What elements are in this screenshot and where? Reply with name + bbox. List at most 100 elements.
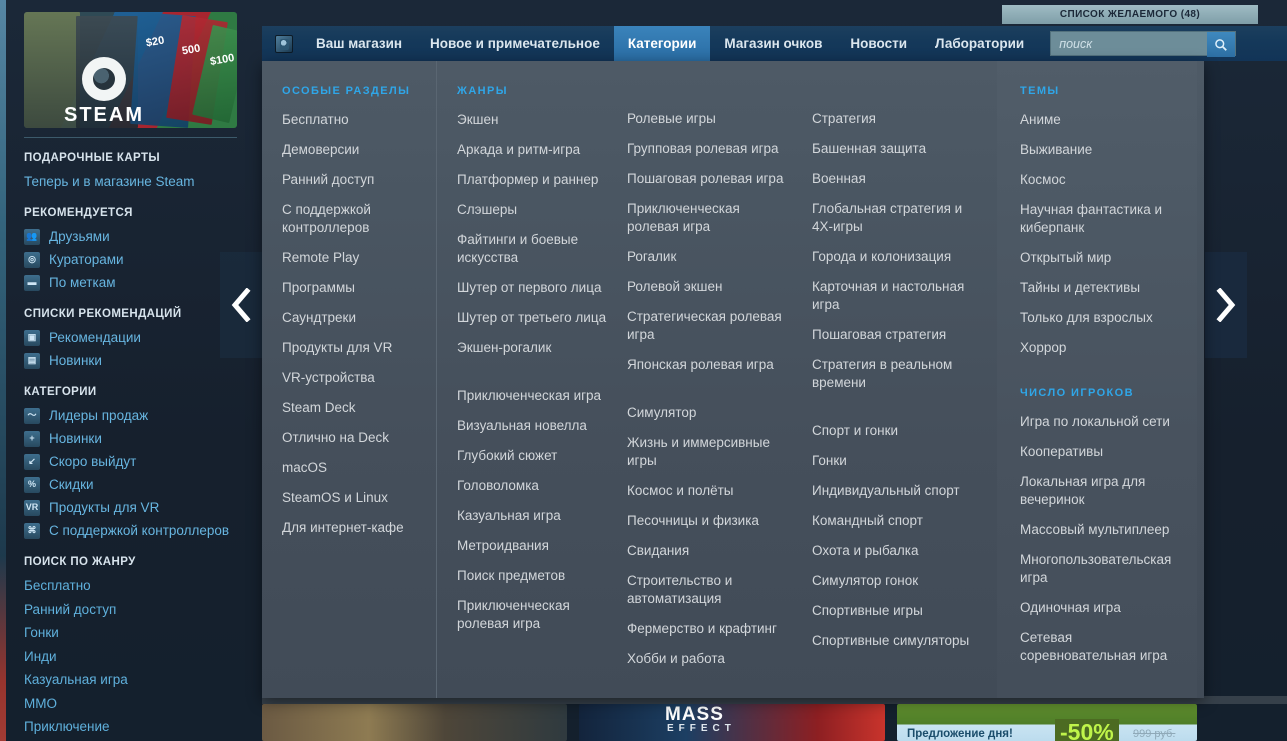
mega-menu-item[interactable]: Командный спорт xyxy=(812,512,977,530)
mega-menu-item[interactable]: Японская ролевая игра xyxy=(627,356,792,374)
mega-menu-item[interactable]: Аниме xyxy=(1020,111,1185,129)
mega-menu-item[interactable]: Только для взрослых xyxy=(1020,309,1185,327)
mega-menu-item[interactable]: Сетевая соревновательная игра xyxy=(1020,629,1185,665)
mega-menu-item[interactable]: Рогалик xyxy=(627,248,792,266)
mega-menu-item[interactable]: Открытый мир xyxy=(1020,249,1185,267)
sidebar-genre-item[interactable]: Ранний доступ xyxy=(24,598,262,622)
mega-menu-item[interactable]: Одиночная игра xyxy=(1020,599,1185,617)
search-input[interactable] xyxy=(1059,36,1210,51)
mega-menu-item[interactable]: Казуальная игра xyxy=(457,507,622,525)
mega-menu-item[interactable]: Свидания xyxy=(627,542,792,560)
mega-menu-item[interactable]: Жизнь и иммерсивные игры xyxy=(627,434,792,470)
mega-menu-item[interactable]: Индивидуальный спорт xyxy=(812,482,977,500)
mega-menu-item[interactable]: Симулятор xyxy=(627,404,792,422)
mega-menu-item[interactable]: Локальная игра для вечеринок xyxy=(1020,473,1185,509)
sidebar-item[interactable]: 👥 Друзьями xyxy=(24,225,262,248)
sidebar-item[interactable]: ⌘ С поддержкой контроллеров xyxy=(24,519,262,542)
steam-logo-icon[interactable] xyxy=(275,34,293,53)
daily-deal-capsule[interactable]: Предложение дня! -50% 999 руб. xyxy=(897,704,1197,741)
mega-menu-item[interactable]: Глобальная стратегия и 4X-игры xyxy=(812,200,977,236)
mega-menu-item[interactable]: Выживание xyxy=(1020,141,1185,159)
mega-menu-item[interactable]: Головоломка xyxy=(457,477,622,495)
sidebar-genre-item[interactable]: Инди xyxy=(24,645,262,669)
mega-menu-item[interactable]: Групповая ролевая игра xyxy=(627,140,792,158)
mega-menu-item[interactable]: Продукты для VR xyxy=(282,339,436,357)
mega-menu-item[interactable]: Remote Play xyxy=(282,249,436,267)
mega-menu-item[interactable]: Пошаговая ролевая игра xyxy=(627,170,792,188)
mega-menu-item[interactable]: Хобби и работа xyxy=(627,650,792,668)
mega-menu-item[interactable]: Шутер от первого лица xyxy=(457,279,622,297)
sidebar-genre-item[interactable]: Приключение xyxy=(24,715,262,739)
mega-menu-item[interactable]: Файтинги и боевые искусства xyxy=(457,231,622,267)
mega-menu-item[interactable]: Космос и полёты xyxy=(627,482,792,500)
sidebar-genre-item[interactable]: Казуальная игра xyxy=(24,668,262,692)
featured-capsule[interactable] xyxy=(262,704,567,741)
nav-item-0[interactable]: Ваш магазин xyxy=(302,26,416,61)
mega-menu-item[interactable]: Гонки xyxy=(812,452,977,470)
nav-item-1[interactable]: Новое и примечательное xyxy=(416,26,614,61)
mega-menu-item[interactable]: Метроидвания xyxy=(457,537,622,555)
mega-menu-item[interactable]: Бесплатно xyxy=(282,111,436,129)
mega-menu-item[interactable]: Стратегическая ролевая игра xyxy=(627,308,792,344)
carousel-prev-button[interactable] xyxy=(220,252,262,358)
mega-menu-item[interactable]: VR-устройства xyxy=(282,369,436,387)
mega-menu-item[interactable]: Программы xyxy=(282,279,436,297)
featured-capsule[interactable]: MASS EFFECT xyxy=(579,704,885,741)
mega-menu-item[interactable]: Научная фантастика и киберпанк xyxy=(1020,201,1185,237)
mega-menu-item[interactable]: macOS xyxy=(282,459,436,477)
mega-menu-item[interactable]: Визуальная новелла xyxy=(457,417,622,435)
mega-menu-item[interactable]: Кооперативы xyxy=(1020,443,1185,461)
mega-menu-item[interactable]: Города и колонизация xyxy=(812,248,977,266)
mega-menu-item[interactable]: Приключенческая ролевая игра xyxy=(457,597,622,633)
mega-menu-item[interactable]: Отлично на Deck xyxy=(282,429,436,447)
mega-menu-item[interactable]: Экшен xyxy=(457,111,622,129)
mega-menu-item[interactable]: SteamOS и Linux xyxy=(282,489,436,507)
sidebar-item[interactable]: + Новинки xyxy=(24,427,262,450)
mega-menu-item[interactable]: Пошаговая стратегия xyxy=(812,326,977,344)
mega-menu-item[interactable]: Steam Deck xyxy=(282,399,436,417)
sidebar-item[interactable]: VR Продукты для VR xyxy=(24,496,262,519)
mega-menu-item[interactable]: С поддержкой контроллеров xyxy=(282,201,436,237)
mega-menu-item[interactable]: Стратегия в реальном времени xyxy=(812,356,977,392)
mega-menu-item[interactable]: Фермерство и крафтинг xyxy=(627,620,792,638)
mega-menu-item[interactable]: Приключенческая ролевая игра xyxy=(627,200,792,236)
mega-menu-item[interactable]: Спорт и гонки xyxy=(812,422,977,440)
mega-menu-item[interactable]: Многопользовательская игра xyxy=(1020,551,1185,587)
mega-menu-item[interactable]: Спортивные симуляторы xyxy=(812,632,977,650)
wishlist-button[interactable]: СПИСОК ЖЕЛАЕМОГО (48) xyxy=(1002,5,1258,24)
mega-menu-item[interactable]: Карточная и настольная игра xyxy=(812,278,977,314)
carousel-next-button[interactable] xyxy=(1205,252,1247,358)
mega-menu-item[interactable]: Аркада и ритм-игра xyxy=(457,141,622,159)
mega-menu-item[interactable]: Ранний доступ xyxy=(282,171,436,189)
gift-card-banner[interactable]: $20 500 $100 STEAM xyxy=(24,12,237,128)
search-box[interactable] xyxy=(1050,31,1237,57)
mega-menu-item[interactable]: Поиск предметов xyxy=(457,567,622,585)
sidebar-genre-item[interactable]: MMO xyxy=(24,692,262,716)
mega-menu-item[interactable]: Саундтреки xyxy=(282,309,436,327)
sidebar-item[interactable]: ↙ Скоро выйдут xyxy=(24,450,262,473)
mega-menu-item[interactable]: Строительство и автоматизация xyxy=(627,572,792,608)
mega-menu-item[interactable]: Массовый мультиплеер xyxy=(1020,521,1185,539)
mega-menu-item[interactable]: Хоррор xyxy=(1020,339,1185,357)
nav-item-4[interactable]: Новости xyxy=(836,26,921,61)
mega-menu-item[interactable]: Для интернет-кафе xyxy=(282,519,436,537)
mega-menu-item[interactable]: Глубокий сюжет xyxy=(457,447,622,465)
mega-menu-item[interactable]: Платформер и раннер xyxy=(457,171,622,189)
mega-menu-item[interactable]: Симулятор гонок xyxy=(812,572,977,590)
mega-menu-item[interactable]: Экшен-рогалик xyxy=(457,339,622,357)
sidebar-item[interactable]: % Скидки xyxy=(24,473,262,496)
mega-menu-item[interactable]: Ролевой экшен xyxy=(627,278,792,296)
nav-item-5[interactable]: Лаборатории xyxy=(921,26,1038,61)
mega-menu-item[interactable]: Слэшеры xyxy=(457,201,622,219)
mega-menu-item[interactable]: Шутер от третьего лица xyxy=(457,309,622,327)
mega-menu-item[interactable]: Космос xyxy=(1020,171,1185,189)
mega-menu-item[interactable]: Тайны и детективы xyxy=(1020,279,1185,297)
sidebar-genre-item[interactable]: Гонки xyxy=(24,621,262,645)
nav-item-2[interactable]: Категории xyxy=(613,26,711,61)
nav-item-3[interactable]: Магазин очков xyxy=(710,26,836,61)
sidebar-item[interactable]: 〜 Лидеры продаж xyxy=(24,404,262,427)
sidebar-genre-item[interactable]: Бесплатно xyxy=(24,574,262,598)
mega-menu-item[interactable]: Спортивные игры xyxy=(812,602,977,620)
mega-menu-item[interactable]: Приключенческая игра xyxy=(457,387,622,405)
mega-menu-item[interactable]: Песочницы и физика xyxy=(627,512,792,530)
